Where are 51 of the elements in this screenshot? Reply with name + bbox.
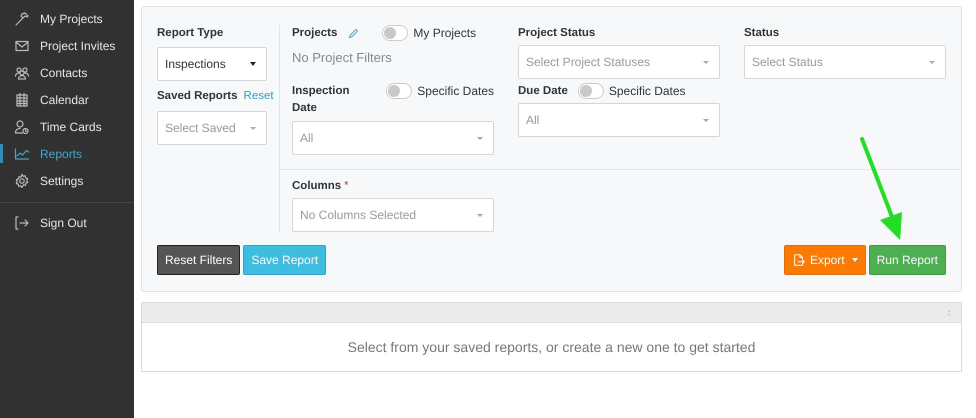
field-label: Projects — [292, 26, 338, 41]
sidebar-item[interactable]: Reports — [0, 140, 134, 167]
reset-link[interactable]: Reset — [244, 90, 274, 102]
file-export-icon — [792, 253, 806, 267]
toggle-label: Specific Dates — [417, 84, 494, 98]
project-status-select[interactable]: Select Project Statuses — [518, 45, 720, 79]
line-chart-icon — [14, 146, 30, 162]
sidebar-item[interactable]: My Projects — [0, 5, 134, 32]
caret-icon — [477, 136, 483, 140]
columns-select[interactable]: No Columns Selected — [292, 198, 494, 232]
export-button[interactable]: Export — [784, 245, 866, 275]
due-date-select[interactable]: All — [518, 103, 720, 137]
field-label: Columns * — [292, 179, 350, 194]
empty-filter-text: No Project Filters — [292, 50, 393, 66]
toggle-label: Specific Dates — [608, 84, 686, 98]
sidebar-item[interactable]: Settings — [0, 167, 134, 194]
sidebar-item[interactable]: Project Invites — [0, 32, 134, 59]
sign-out-icon — [14, 214, 30, 230]
caret-icon — [477, 214, 483, 216]
sidebar-item[interactable]: Calendar — [0, 86, 134, 113]
people-icon — [14, 64, 30, 80]
gear-icon — [14, 172, 30, 188]
caret-icon — [250, 62, 256, 66]
field-label: Inspection Date — [292, 84, 351, 116]
saved-reports-select[interactable]: Select Saved — [157, 111, 267, 145]
report-type-select[interactable]: Inspections — [157, 47, 267, 81]
field-label: Status — [744, 26, 780, 41]
caret-icon — [703, 118, 709, 122]
toggle-switch[interactable] — [386, 83, 412, 99]
inspection-date-select[interactable]: All — [292, 121, 494, 155]
status-select[interactable]: Select Status — [744, 45, 946, 79]
toggle-switch[interactable] — [382, 25, 408, 41]
caret-icon — [250, 126, 256, 130]
calendar-icon — [14, 92, 30, 108]
sidebar-item[interactable]: Time Cards — [0, 113, 134, 140]
field-label: Saved Reports — [157, 89, 238, 104]
field-label: Due Date — [518, 84, 568, 99]
hammer-icon — [14, 10, 30, 26]
person-clock-icon — [14, 118, 30, 134]
sidebar-item[interactable]: Contacts — [0, 59, 134, 86]
field-label: Report Type — [157, 26, 224, 41]
run-report-button[interactable]: Run Report — [868, 245, 946, 275]
toggle-switch[interactable] — [578, 83, 604, 99]
field-label: Project Status — [518, 26, 596, 41]
sidebar-item[interactable]: Sign Out — [0, 209, 134, 236]
toggle-label: My Projects — [413, 26, 476, 40]
caret-icon — [703, 60, 709, 64]
empty-results-message: Select from your saved reports, or create a new one to get started — [346, 338, 756, 357]
pencil-icon[interactable] — [347, 26, 360, 40]
caret-icon — [929, 60, 935, 64]
reset-filters-button[interactable]: Reset Filters — [157, 245, 240, 275]
